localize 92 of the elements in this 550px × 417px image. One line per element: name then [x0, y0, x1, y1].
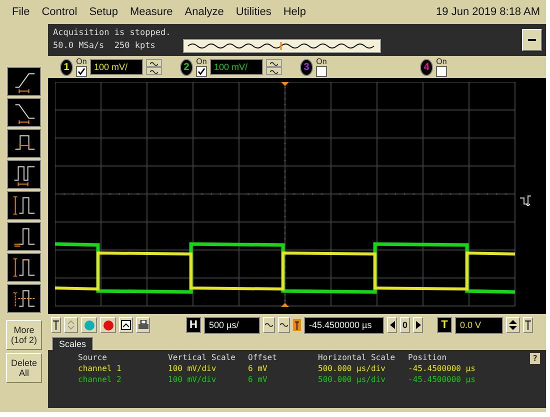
- channel-button[interactable]: 1: [60, 58, 73, 76]
- up-down-icon: [509, 320, 517, 330]
- menu-item[interactable]: Control: [42, 6, 78, 18]
- scale-up-button[interactable]: [146, 59, 162, 67]
- channel-number: 1: [64, 62, 70, 72]
- right-arrow-icon: [416, 321, 420, 329]
- trigger-level-icon: [520, 194, 532, 206]
- time-scale-field[interactable]: 500 µs/: [204, 316, 260, 334]
- column-header: Source: [78, 353, 108, 364]
- channel-number: 3: [304, 62, 310, 72]
- menu-item[interactable]: Measure: [130, 6, 173, 18]
- measurement-button[interactable]: [7, 284, 41, 313]
- table-cell-text: -45.4500000 µs: [408, 375, 476, 386]
- next-button[interactable]: [413, 317, 423, 333]
- channel-checkbox[interactable]: [436, 66, 447, 76]
- column-header: Vertical Scale: [168, 353, 236, 364]
- minimize-icon: [528, 38, 536, 42]
- trigger-marker-icon: [281, 303, 289, 307]
- coarse-button[interactable]: [278, 317, 290, 333]
- date-time: 19 Jun 2019 8:18 AM: [436, 6, 540, 18]
- on-label: On: [436, 58, 447, 66]
- measurement-button[interactable]: [7, 222, 41, 251]
- scale-field[interactable]: 100 mV/: [210, 59, 263, 75]
- measurement-button[interactable]: [7, 129, 41, 158]
- channel-button[interactable]: 2: [180, 58, 193, 76]
- on-label: On: [76, 58, 87, 66]
- marker-icon: [525, 320, 531, 330]
- circle-icon: [84, 320, 94, 330]
- horizontal-label: H: [186, 317, 201, 333]
- column-header: Offset: [248, 353, 278, 364]
- help-button[interactable]: ?: [530, 353, 540, 364]
- channel-number: 2: [184, 62, 190, 72]
- image-icon: [121, 320, 131, 330]
- print-button[interactable]: [136, 317, 150, 333]
- measurement-button[interactable]: [7, 253, 41, 282]
- measurement-button[interactable]: [7, 67, 41, 96]
- channel-button[interactable]: 4: [420, 58, 433, 76]
- measurement-button[interactable]: [7, 98, 41, 127]
- channel-checkbox[interactable]: [76, 66, 87, 76]
- menu-item[interactable]: Help: [283, 6, 306, 18]
- acquisition-info: 50.0 MSa/s 250 kpts: [53, 40, 156, 53]
- menu-item[interactable]: Setup: [89, 6, 118, 18]
- marker-button[interactable]: [51, 317, 61, 333]
- channel-button[interactable]: 3: [300, 58, 313, 76]
- status-message: Acquisition is stopped.: [53, 27, 171, 40]
- measurement-button[interactable]: [7, 160, 41, 189]
- menu-item[interactable]: Analyze: [184, 6, 224, 18]
- delay-marker-icon: [293, 319, 301, 331]
- scale-field[interactable]: 100 mV/: [90, 59, 143, 75]
- menu-item[interactable]: File: [12, 6, 30, 18]
- table-cell-text: channel 1: [78, 364, 122, 375]
- left-arrow-icon: [390, 321, 394, 329]
- printer-icon: [138, 320, 148, 330]
- tab[interactable]: Scales: [52, 337, 94, 350]
- trigger-marker-icon: [281, 82, 289, 86]
- table-cell-text: 100 mV/div: [168, 375, 218, 386]
- scale-down-button[interactable]: [146, 67, 162, 75]
- run-button[interactable]: [81, 317, 97, 333]
- marker-button[interactable]: [523, 317, 533, 333]
- circle-icon: [102, 320, 114, 330]
- fine-button[interactable]: [263, 317, 275, 333]
- table-cell-text: 6 mV: [248, 364, 268, 375]
- trigger-spinner[interactable]: [506, 317, 520, 333]
- previous-button[interactable]: [387, 317, 397, 333]
- delay-field[interactable]: -45.4500000 µs: [304, 316, 384, 334]
- marker-icon: [53, 320, 59, 330]
- table-cell-text: 6 mV: [248, 375, 268, 386]
- menu-item[interactable]: Utilities: [236, 6, 272, 18]
- scale-up-button[interactable]: [266, 59, 282, 67]
- trigger-label: T: [437, 317, 452, 333]
- table-cell-text: 500.000 µs/div: [318, 364, 386, 375]
- minimize-button[interactable]: [522, 29, 542, 51]
- up-down-icon: [67, 320, 75, 330]
- on-label: On: [196, 58, 207, 66]
- table-cell-text: 500.000 µs/div: [318, 375, 386, 386]
- table-cell-text: channel 2: [78, 375, 122, 386]
- table-cell-text: -45.4500000 µs: [408, 364, 476, 375]
- trigger-level-field[interactable]: 0.0 V: [455, 316, 503, 334]
- more-button[interactable]: More (1of 2): [6, 320, 42, 350]
- stop-button[interactable]: [100, 317, 116, 333]
- scale-down-button[interactable]: [266, 67, 282, 75]
- image-button[interactable]: [119, 317, 133, 333]
- measurement-button[interactable]: [7, 191, 41, 220]
- on-label: On: [316, 58, 327, 66]
- column-header: Position: [408, 353, 448, 364]
- delete-all-button[interactable]: Delete All: [6, 353, 42, 383]
- delay-reference-button[interactable]: 0: [400, 317, 410, 333]
- channel-checkbox[interactable]: [196, 66, 207, 76]
- channel-number: 4: [424, 62, 430, 72]
- table-cell-text: 100 mV/div: [168, 364, 218, 375]
- column-header: Horizontal Scale: [318, 353, 396, 364]
- channel-checkbox[interactable]: [316, 66, 327, 76]
